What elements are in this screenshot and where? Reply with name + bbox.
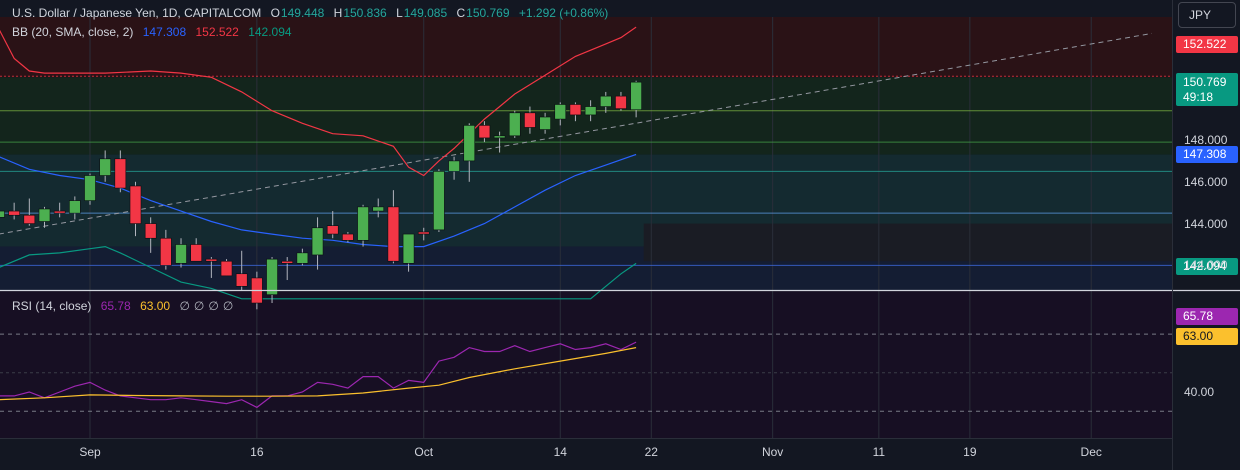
time-label-2: Oct [414, 445, 434, 459]
bb-mid-price-tag: 147.308 [1176, 146, 1238, 163]
price-tick-label-3: 144.000 [1184, 258, 1228, 273]
bb-legend[interactable]: BB (20, SMA, close, 2) 147.308 152.522 1… [12, 25, 298, 39]
candle-body-34 [508, 112, 521, 137]
price-tick-label-1: 146.000 [1184, 174, 1228, 189]
candle-body-27 [402, 233, 415, 264]
rsi-price-tag: 65.78 [1176, 308, 1238, 325]
candle-body-11 [160, 237, 172, 266]
candle-body-21 [311, 227, 324, 256]
ohlc-high-label: H [333, 6, 343, 20]
candle-body-41 [615, 95, 627, 109]
candle-body-28 [417, 231, 430, 235]
price-tick-label-0: 148.000 [1184, 133, 1228, 147]
ohlc-open-value: 149.448 [280, 6, 325, 20]
ohlc-open-label: O [270, 6, 280, 20]
time-label-1: 16 [250, 445, 264, 459]
candle-body-5 [69, 200, 81, 214]
rsi-na-1: ∅ [179, 299, 190, 313]
candle-body-3 [38, 208, 51, 222]
candle-body-29 [433, 171, 445, 231]
candle-body-15 [220, 260, 233, 277]
rsi-na-4: ∅ [222, 299, 234, 313]
price-change: +1.292 (+0.86%) [518, 6, 609, 20]
bb-mid-value: 147.308 [142, 25, 187, 39]
candle-body-38 [569, 104, 582, 116]
time-label-6: 11 [872, 445, 886, 459]
rsi-na-3: ∅ [208, 299, 219, 313]
candle-body-39 [584, 106, 597, 116]
rsi-ma-value: 63.00 [140, 299, 171, 313]
candle-body-32 [478, 125, 491, 139]
candle-body-24 [357, 206, 369, 241]
time-label-5: Nov [761, 445, 784, 459]
candle-body-18 [266, 258, 278, 295]
bb-upper-mid-zone [0, 77, 1172, 155]
candle-body-10 [144, 223, 157, 239]
ohlc-close-value: 150.769 [466, 6, 510, 20]
candle-body-37 [554, 104, 567, 120]
candle-body-1 [8, 210, 20, 216]
candle-body-19 [281, 260, 294, 264]
candle-body-36 [539, 116, 551, 130]
rsi-legend[interactable]: RSI (14, close) 65.78 63.00 ∅ ∅ ∅ ∅ [12, 299, 237, 313]
candle-body-23 [342, 233, 354, 241]
candle-body-35 [524, 112, 536, 128]
time-label-0: Sep [79, 445, 101, 459]
candle-body-20 [296, 252, 309, 264]
price-tick-label-2: 144.000 [1184, 216, 1228, 231]
rsi-ma-price-tag: 63.00 [1176, 328, 1238, 345]
candle-body-42 [630, 81, 642, 111]
candle-body-0 [0, 210, 5, 218]
rsi-na-2: ∅ [193, 299, 205, 313]
candle-body-7 [99, 158, 111, 176]
rsi-tick-label-0: 40.00 [1184, 385, 1215, 399]
bb-lower-value: 142.094 [248, 25, 292, 39]
ohlc-low-value: 149.085 [403, 6, 448, 20]
rsi-pane-bg [0, 291, 1172, 438]
chart-canvas[interactable] [0, 0, 1240, 470]
ohlc-close-label: C [456, 6, 466, 20]
candle-body-30 [448, 160, 460, 172]
candle-body-12 [175, 244, 187, 264]
candle-body-26 [387, 206, 400, 262]
candle-body-16 [235, 273, 248, 287]
time-label-3: 14 [553, 445, 567, 459]
last-price-tag: 150.769 49:18 [1176, 73, 1238, 106]
bb-upper-value: 152.522 [195, 25, 239, 39]
bb-upper-price-tag: 152.522 [1176, 36, 1238, 53]
time-label-7: 19 [963, 445, 977, 459]
candle-body-40 [599, 95, 612, 107]
symbol-title: U.S. Dollar / Japanese Yen, 1D, CAPITALC… [12, 6, 262, 20]
chart-root: U.S. Dollar / Japanese Yen, 1D, CAPITALC… [0, 0, 1240, 470]
candle-body-14 [205, 258, 218, 262]
rsi-legend-label: RSI (14, close) [12, 299, 92, 313]
candle-body-4 [53, 210, 66, 214]
symbol-header: U.S. Dollar / Japanese Yen, 1D, CAPITALC… [12, 6, 614, 20]
future-zone [643, 223, 1172, 262]
candle-body-22 [326, 225, 339, 235]
ohlc-high-value: 150.836 [343, 6, 387, 20]
currency-button[interactable]: JPY [1178, 2, 1236, 28]
time-label-8: Dec [1080, 445, 1102, 459]
candle-body-31 [463, 125, 476, 162]
ohlc-low-label: L [396, 6, 403, 20]
bar-countdown: 49:18 [1183, 90, 1214, 104]
candle-body-6 [84, 175, 96, 201]
candle-body-8 [114, 158, 127, 189]
candle-body-13 [190, 244, 202, 262]
candle-body-33 [493, 135, 506, 139]
time-label-4: 22 [644, 445, 658, 459]
bb-legend-label: BB (20, SMA, close, 2) [12, 25, 134, 39]
candle-body-2 [23, 214, 36, 224]
rsi-value: 65.78 [100, 299, 131, 313]
candle-body-9 [129, 185, 142, 224]
last-price-value: 150.769 [1183, 75, 1227, 89]
candle-body-25 [372, 206, 385, 212]
